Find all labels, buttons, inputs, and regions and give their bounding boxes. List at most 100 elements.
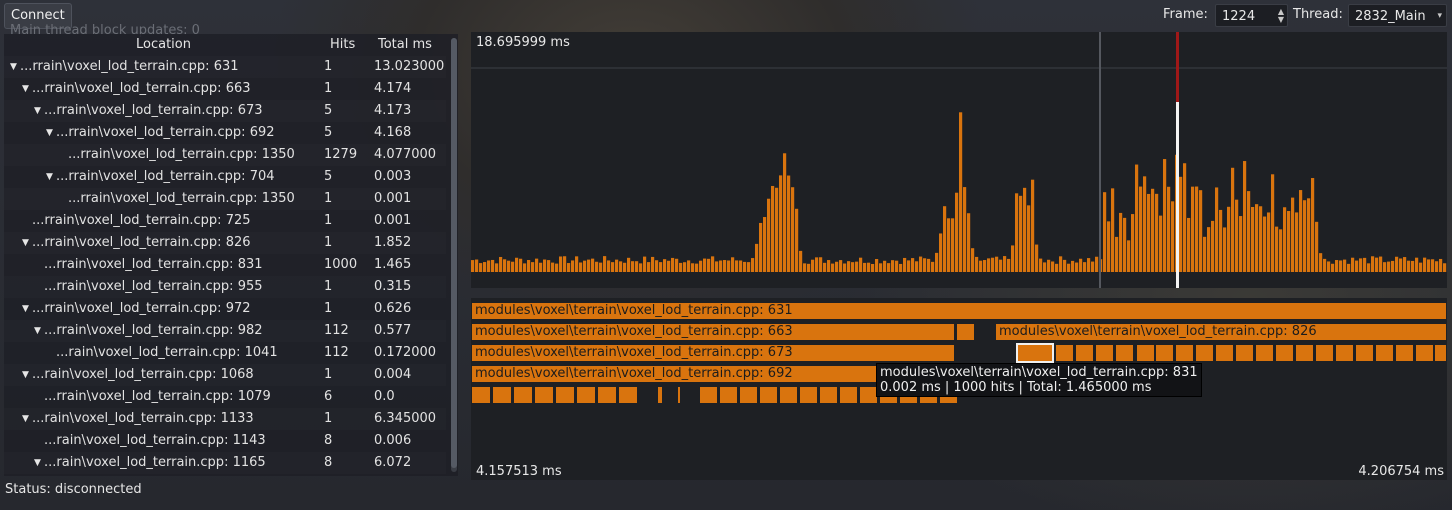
timeline-block[interactable] (657, 386, 663, 404)
frame-bar (671, 257, 675, 272)
timeline-block[interactable] (839, 386, 858, 404)
frame-bar (1151, 188, 1155, 272)
frame-spinbox[interactable]: 1224 ▲ ▼ (1215, 4, 1288, 27)
timeline-block[interactable] (1395, 344, 1414, 362)
timeline-block[interactable] (492, 386, 512, 404)
tree-row[interactable]: ...rain\voxel_lod_terrain.cpp: 1041 112 0.… (4, 342, 446, 364)
timeline-block[interactable] (799, 386, 818, 404)
frame-bar (795, 208, 799, 272)
timeline-block-673[interactable]: modules\voxel\terrain\voxel_lod_terrain.… (471, 344, 955, 362)
scrollbar-thumb[interactable] (451, 38, 457, 468)
frame-bar (711, 256, 715, 272)
expand-arrow-icon[interactable]: ▼ (22, 78, 29, 100)
timeline-block[interactable] (1275, 344, 1294, 362)
tree-row[interactable]: ▼ ...rrain\voxel_lod_terrain.cpp: 972 1 0.6… (4, 298, 446, 320)
timeline-block[interactable] (677, 386, 681, 404)
tree-row[interactable]: ...rrain\voxel_lod_terrain.cpp: 831 1000 1… (4, 254, 446, 276)
expand-arrow-icon[interactable]: ▼ (10, 56, 17, 78)
frame-bar (783, 153, 787, 272)
frame-bar (1339, 260, 1343, 272)
timeline-block-826[interactable]: modules\voxel\terrain\voxel_lod_terrain.… (995, 323, 1447, 341)
timeline-block-663[interactable]: modules\voxel\terrain\voxel_lod_terrain.… (471, 323, 955, 341)
expand-arrow-icon[interactable]: ▼ (22, 298, 29, 320)
tree-row[interactable]: ▼ ...rrain\voxel_lod_terrain.cpp: 673 5 4.1… (4, 100, 446, 122)
timeline-block[interactable] (759, 386, 778, 404)
timeline-block[interactable] (1355, 344, 1374, 362)
row-location: ...rrain\voxel_lod_terrain.cpp: 1350 (68, 191, 295, 206)
frame-bar (575, 256, 579, 272)
tree-row[interactable]: ▼ ...rain\voxel_lod_terrain.cpp: 1068 1 0.0… (4, 364, 446, 386)
timeline-block[interactable] (699, 386, 718, 404)
timeline-block[interactable] (1415, 344, 1434, 362)
frame-bar (991, 257, 995, 272)
call-tree[interactable]: Location Hits Total ms ▼ ...rrain\voxel_l… (4, 34, 458, 476)
tree-row[interactable]: ...rrain\voxel_lod_terrain.cpp: 1350 1279… (4, 144, 446, 166)
timeline-block[interactable] (1315, 344, 1334, 362)
timeline-block[interactable] (1375, 344, 1394, 362)
column-hits[interactable]: Hits (330, 37, 355, 52)
expand-arrow-icon[interactable]: ▼ (34, 320, 41, 342)
tree-row[interactable]: ...rrain\voxel_lod_terrain.cpp: 1350 1 0.0… (4, 188, 446, 210)
timeline-block[interactable] (1235, 344, 1254, 362)
frame-bar (955, 192, 959, 272)
timeline-block[interactable] (576, 386, 596, 404)
graph-canvas (471, 32, 1447, 288)
frame-bar (771, 185, 775, 272)
timeline-block[interactable] (1175, 344, 1194, 362)
timeline-block[interactable] (534, 386, 554, 404)
tree-row[interactable]: ▼ ...rrain\voxel_lod_terrain.cpp: 826 1 1.8… (4, 232, 446, 254)
timeline-block[interactable] (1215, 344, 1234, 362)
timeline-block[interactable] (1335, 344, 1354, 362)
tree-row[interactable]: ▼ ...rrain\voxel_lod_terrain.cpp: 631 1 13.… (4, 56, 446, 78)
row-total: 6.345000 (374, 411, 437, 426)
column-location[interactable]: Location (136, 37, 191, 52)
timeline-block[interactable] (739, 386, 758, 404)
timeline-block[interactable] (1115, 344, 1134, 362)
tree-row[interactable]: ▼ ...rrain\voxel_lod_terrain.cpp: 704 5 0.0… (4, 166, 446, 188)
timeline-block[interactable] (719, 386, 738, 404)
expand-arrow-icon[interactable]: ▼ (46, 166, 53, 188)
expand-arrow-icon[interactable]: ▼ (22, 232, 29, 254)
timeline-block[interactable] (555, 386, 575, 404)
timeline-block[interactable] (1136, 344, 1155, 362)
timeline-block[interactable] (597, 386, 617, 404)
tree-row[interactable]: ...rrain\voxel_lod_terrain.cpp: 725 1 0.00… (4, 210, 446, 232)
tree-row[interactable]: ▼ ...rain\voxel_lod_terrain.cpp: 1165 8 6.0… (4, 452, 446, 474)
thread-select[interactable]: 2832_Main ▾ (1348, 4, 1447, 27)
frame-bar (527, 260, 531, 272)
tree-row[interactable]: ...rain\voxel_lod_terrain.cpp: 1143 8 0.00… (4, 430, 446, 452)
timeline-block[interactable] (779, 386, 798, 404)
tree-row[interactable]: ▼ ...rrain\voxel_lod_terrain.cpp: 663 1 4.1… (4, 78, 446, 100)
timeline-view[interactable]: modules\voxel\terrain\voxel_lod_terrain.… (471, 298, 1447, 480)
tree-row[interactable]: ▼ ...rain\voxel_lod_terrain.cpp: 1133 1 6.3… (4, 408, 446, 430)
timeline-block[interactable] (1155, 344, 1174, 362)
expand-arrow-icon[interactable]: ▼ (46, 122, 53, 144)
timeline-block[interactable] (1055, 344, 1074, 362)
timeline-block[interactable] (1075, 344, 1094, 362)
timeline-block-631[interactable]: modules\voxel\terrain\voxel_lod_terrain.… (471, 302, 1447, 320)
timeline-block[interactable] (1295, 344, 1314, 362)
timeline-block[interactable] (1255, 344, 1274, 362)
spin-arrows-icon[interactable]: ▲ ▼ (1278, 8, 1284, 24)
row-hits: 1 (324, 191, 333, 206)
expand-arrow-icon[interactable]: ▼ (22, 408, 29, 430)
timeline-block[interactable] (513, 386, 533, 404)
timeline-block[interactable] (1095, 344, 1114, 362)
timeline-block[interactable] (956, 323, 975, 341)
expand-arrow-icon[interactable]: ▼ (34, 452, 41, 474)
tree-row[interactable]: ▼ ...rrain\voxel_lod_terrain.cpp: 692 5 4.1… (4, 122, 446, 144)
frame-time-graph[interactable]: 18.695999 ms (471, 32, 1447, 288)
tree-row[interactable]: ...rrain\voxel_lod_terrain.cpp: 1079 6 0.0 (4, 386, 446, 408)
timeline-block[interactable] (819, 386, 838, 404)
expand-arrow-icon[interactable]: ▼ (34, 100, 41, 122)
tree-row[interactable]: ...rrain\voxel_lod_terrain.cpp: 955 1 0.31… (4, 276, 446, 298)
tree-row[interactable]: ▼ ...rrain\voxel_lod_terrain.cpp: 982 112 0… (4, 320, 446, 342)
selected-block[interactable] (1016, 343, 1054, 363)
timeline-block[interactable] (1434, 344, 1447, 362)
tree-scrollbar[interactable] (451, 38, 457, 472)
timeline-block[interactable] (618, 386, 638, 404)
expand-arrow-icon[interactable]: ▼ (22, 364, 29, 386)
column-total-ms[interactable]: Total ms (378, 37, 432, 52)
timeline-block[interactable] (1195, 344, 1214, 362)
timeline-block[interactable] (471, 386, 491, 404)
